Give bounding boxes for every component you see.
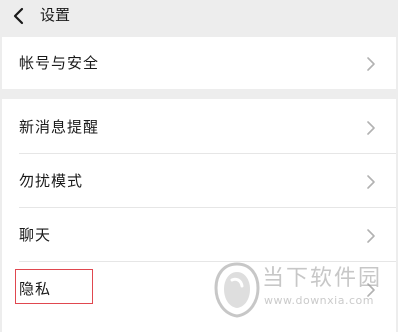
watermark: 当下软件园 www.downxia.com bbox=[214, 262, 394, 322]
row-divider bbox=[19, 207, 396, 208]
back-button[interactable] bbox=[8, 2, 32, 30]
chevron-right-icon bbox=[366, 56, 376, 72]
chevron-left-icon bbox=[13, 7, 24, 25]
chevron-right-icon bbox=[366, 174, 376, 190]
chevron-right-icon bbox=[366, 120, 376, 136]
settings-row-chat[interactable]: 聊天 bbox=[2, 209, 396, 261]
row-divider bbox=[19, 153, 396, 154]
settings-row-label: 新消息提醒 bbox=[19, 118, 100, 136]
watermark-url: www.downxia.com bbox=[264, 294, 374, 307]
header-bar: 设置 bbox=[0, 0, 398, 34]
privacy-highlight-box bbox=[15, 269, 93, 304]
settings-row-account-security[interactable]: 帐号与安全 bbox=[2, 37, 396, 89]
settings-row-label: 帐号与安全 bbox=[19, 54, 100, 72]
settings-group-account: 帐号与安全 bbox=[2, 37, 396, 89]
page-title: 设置 bbox=[40, 6, 71, 24]
settings-row-do-not-disturb[interactable]: 勿扰模式 bbox=[2, 155, 396, 207]
watermark-logo-icon bbox=[214, 262, 260, 318]
chevron-right-icon bbox=[366, 228, 376, 244]
settings-row-label: 勿扰模式 bbox=[19, 172, 84, 190]
settings-row-label: 聊天 bbox=[19, 226, 52, 244]
settings-row-new-message-alert[interactable]: 新消息提醒 bbox=[2, 101, 396, 153]
watermark-name: 当下软件园 bbox=[262, 266, 383, 291]
